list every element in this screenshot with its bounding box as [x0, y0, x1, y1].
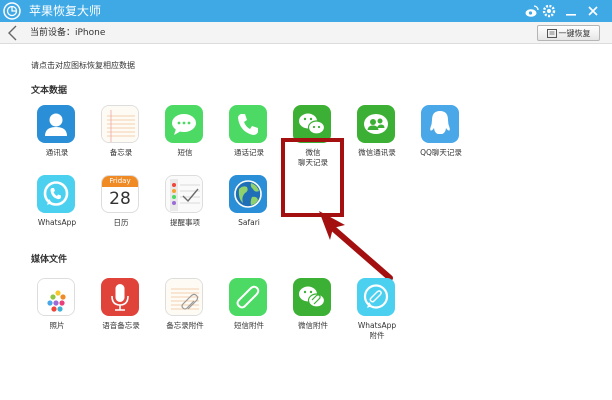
red-arrow-annotation — [319, 211, 393, 281]
section-title-text-data: 文本数据 — [31, 86, 68, 96]
restore-button-label: 一键恢复 — [558, 28, 591, 38]
tile-label: 微信附件 — [298, 321, 328, 330]
voice-memo-icon — [101, 278, 139, 316]
notes-attachment-icon — [165, 278, 203, 316]
tile-label: WhatsApp 附件 — [357, 321, 397, 340]
toolbar: 当前设备：iPhone 一键恢复 — [0, 22, 612, 44]
app-logo-icon — [3, 2, 21, 20]
tile-label: 语音备忘录 — [102, 321, 140, 330]
tile-label: 短信附件 — [234, 321, 264, 330]
calendar-icon: Friday 28 — [101, 175, 139, 213]
tile-label: 通话记录 — [234, 148, 264, 157]
restore-icon — [546, 28, 557, 38]
tile-label: Safari — [238, 218, 260, 227]
back-chevron-icon[interactable] — [6, 24, 20, 42]
one-click-restore-button[interactable]: 一键恢复 — [537, 25, 600, 41]
safari-icon — [229, 175, 267, 213]
minimize-icon[interactable] — [563, 3, 579, 19]
contacts-icon — [37, 105, 75, 143]
weibo-icon[interactable] — [524, 3, 540, 19]
main-content: 请点击对应图标恢复相应数据 文本数据 通讯录 备忘录 短信 通话记录 微信 聊天… — [0, 45, 612, 400]
window-title: 苹果恢复大师 — [29, 4, 102, 18]
instruction-hint: 请点击对应图标恢复相应数据 — [31, 61, 135, 70]
tile-label: 通讯录 — [45, 148, 69, 157]
settings-gear-icon[interactable] — [541, 3, 557, 19]
reminders-icon — [165, 175, 203, 213]
calendar-weekday: Friday — [102, 176, 138, 187]
wechat-attachment-icon — [293, 278, 331, 316]
messages-icon — [165, 105, 203, 143]
tile-label: 备忘录附件 — [166, 321, 204, 330]
notes-icon — [101, 105, 139, 143]
tile-label: 日历 — [113, 218, 129, 227]
title-bar: 苹果恢复大师 — [0, 0, 612, 22]
photos-icon — [37, 278, 75, 316]
tile-label: 微信通讯录 — [358, 148, 396, 157]
tile-label: 短信 — [177, 148, 193, 157]
tile-label: 备忘录 — [109, 148, 133, 157]
current-device-label: 当前设备：iPhone — [30, 28, 106, 38]
whatsapp-attachment-icon — [357, 278, 395, 316]
calendar-day: 28 — [109, 189, 131, 209]
close-icon[interactable] — [585, 3, 601, 19]
tile-label: QQ聊天记录 — [420, 148, 462, 157]
tile-label: WhatsApp — [37, 218, 77, 227]
tile-label: 照片 — [49, 321, 65, 330]
qq-icon — [421, 105, 459, 143]
tile-label: 提醒事项 — [170, 218, 200, 227]
whatsapp-icon — [37, 175, 75, 213]
sms-attachment-icon — [229, 278, 267, 316]
phone-icon — [229, 105, 267, 143]
section-title-media-files: 媒体文件 — [31, 255, 68, 265]
wechat-contacts-icon — [357, 105, 395, 143]
